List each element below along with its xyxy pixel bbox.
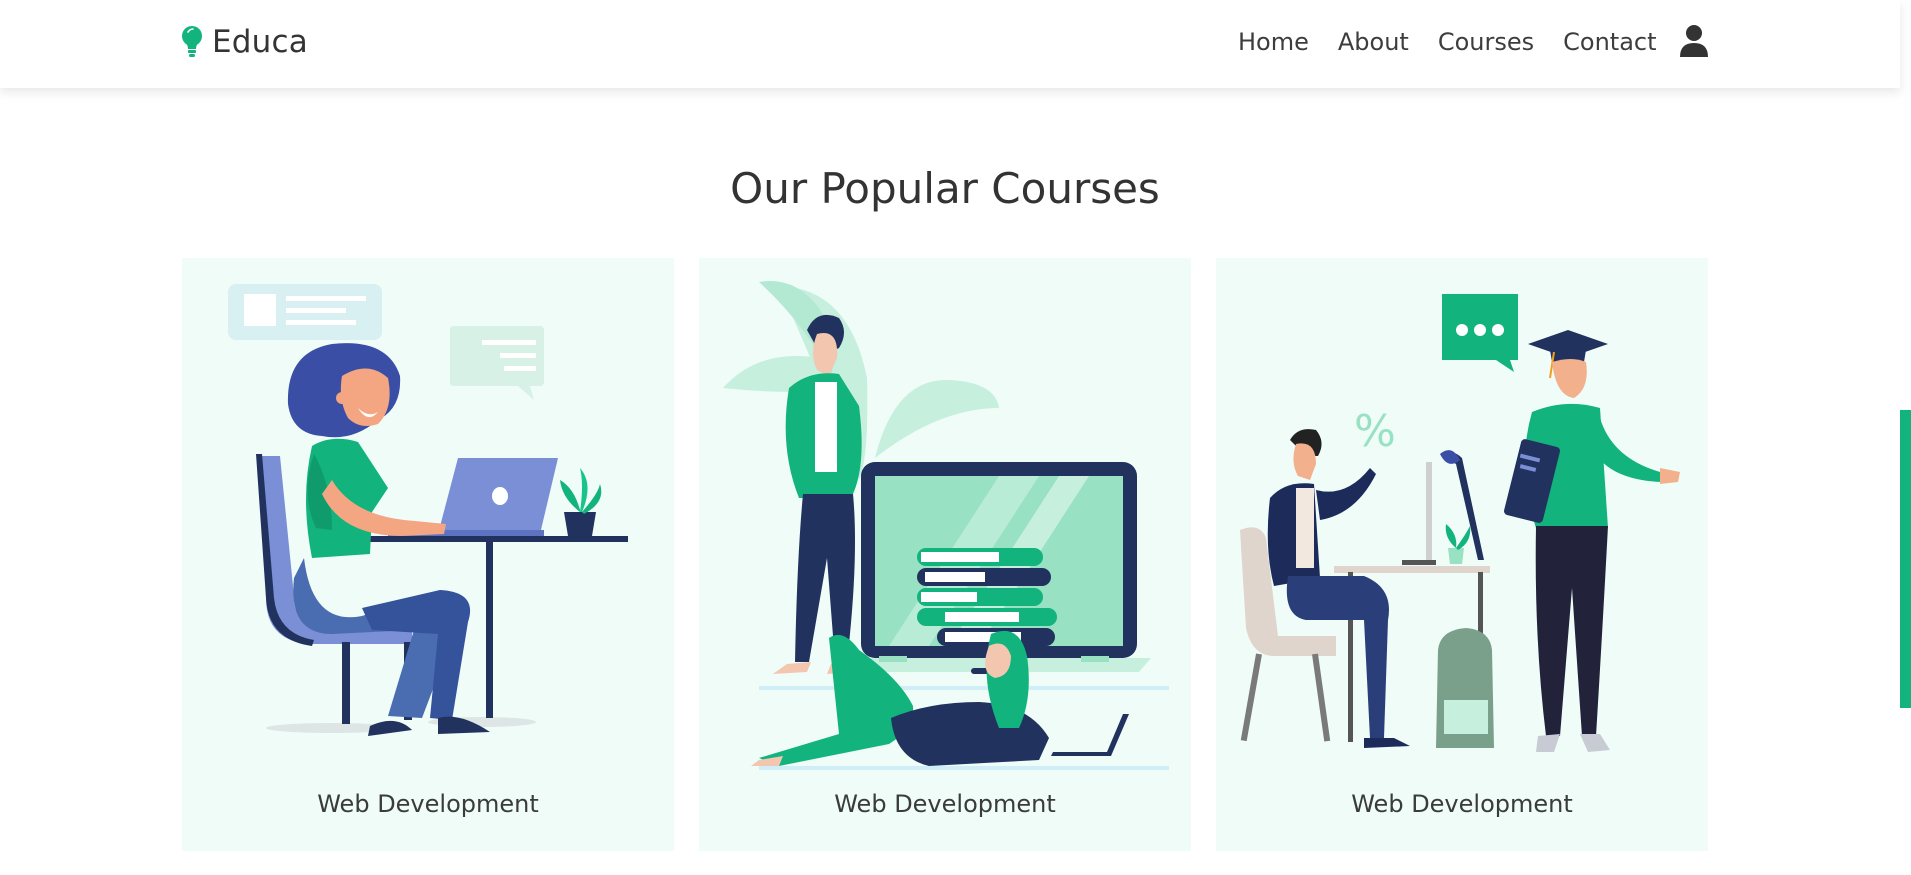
course-title[interactable]: Web Development (182, 790, 674, 818)
course-illustration-student-graduate: % (1240, 294, 1680, 752)
main-nav: Home About Courses Contact (1238, 24, 1686, 60)
navbar: Educa Home About Courses Contact (0, 0, 1900, 88)
lightbulb-icon (182, 26, 202, 57)
svg-text:%: % (1354, 406, 1396, 457)
course-title[interactable]: Web Development (1216, 790, 1708, 818)
brand-name: Educa (212, 24, 308, 60)
section-title: Our Popular Courses (730, 164, 1160, 213)
course-illustration-woman-laptop (228, 284, 628, 736)
nav-link-contact[interactable]: Contact (1563, 28, 1656, 56)
nav-link-about[interactable]: About (1338, 28, 1409, 56)
user-icon[interactable] (1679, 24, 1709, 58)
course-title[interactable]: Web Development (699, 790, 1191, 818)
course-card[interactable]: Web Development (699, 258, 1191, 851)
side-scroll-tab[interactable] (1900, 410, 1911, 708)
course-card[interactable]: Web Development (182, 258, 674, 851)
nav-link-courses[interactable]: Courses (1438, 28, 1534, 56)
nav-link-home[interactable]: Home (1238, 28, 1309, 56)
course-card[interactable]: % Web Development (1216, 258, 1708, 851)
brand-logo-link[interactable]: Educa (180, 22, 308, 62)
course-illustration-laptop-books (723, 281, 1169, 770)
